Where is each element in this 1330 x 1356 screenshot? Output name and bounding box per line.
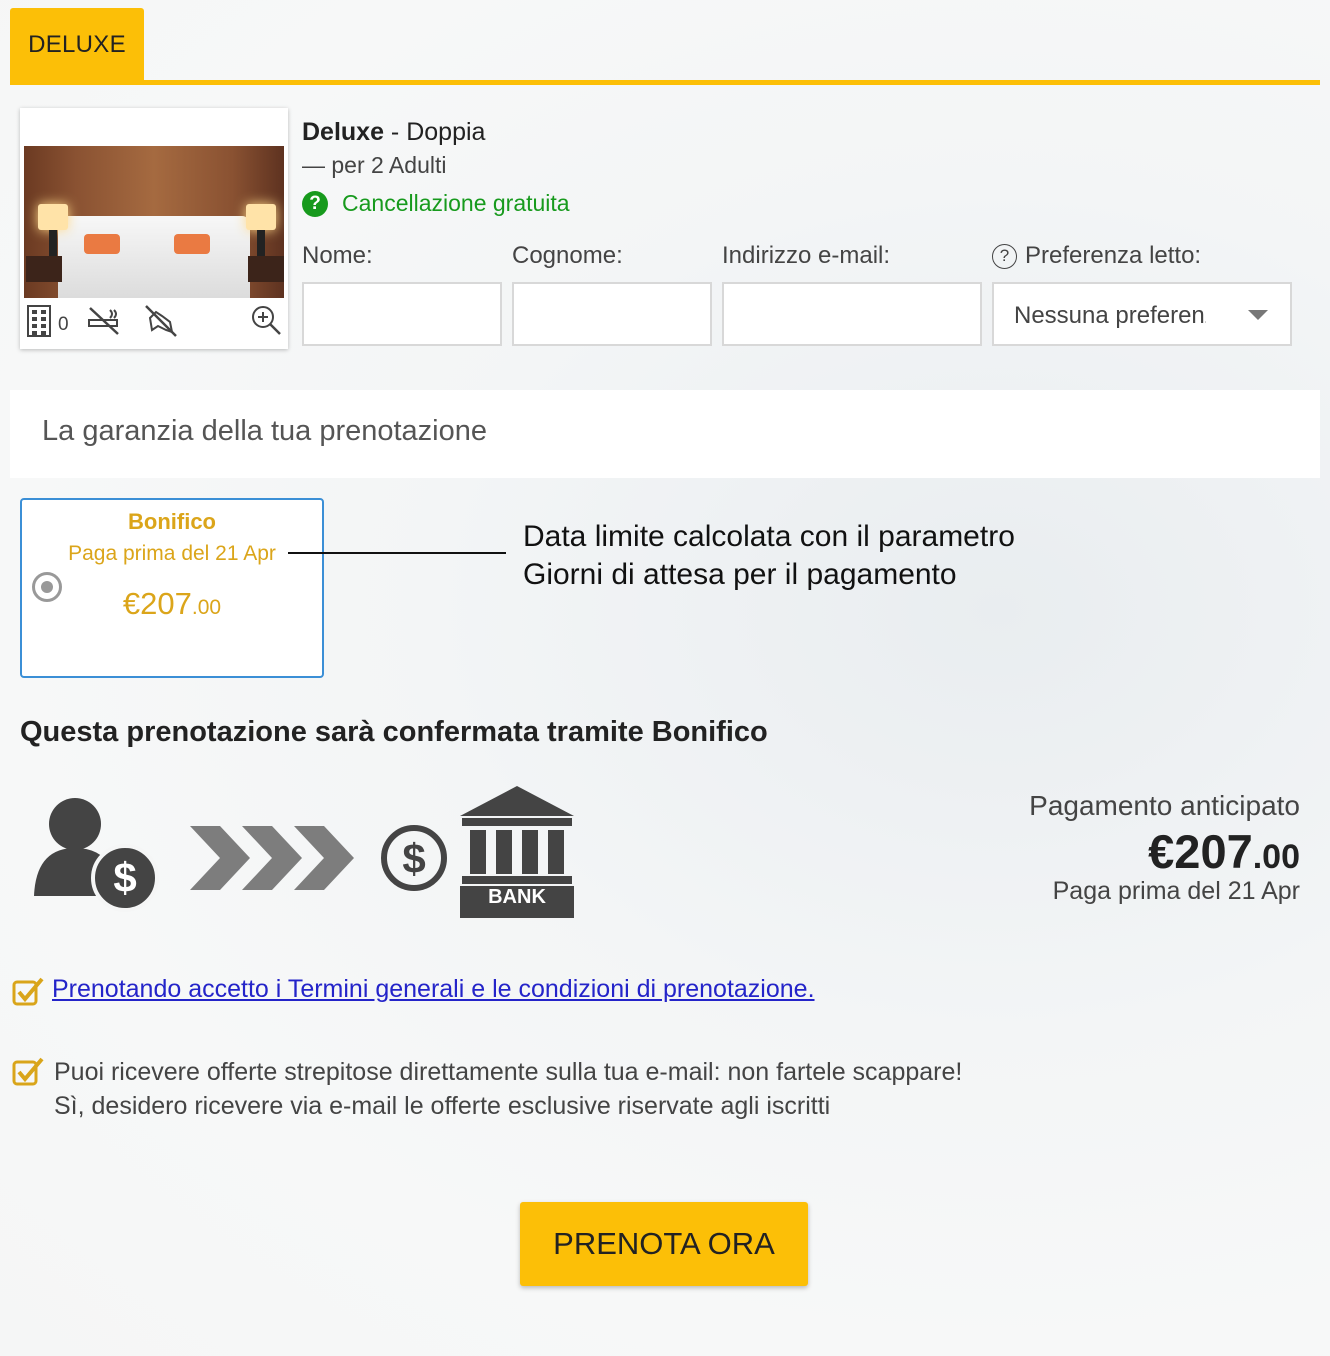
bank-transfer-diagram: $ $ BANK bbox=[30, 786, 590, 931]
annotation-text: Data limite calcolata con il parametro Gi… bbox=[523, 520, 1015, 591]
terms-link[interactable]: Prenotando accetto i Termini generali e … bbox=[52, 975, 815, 1004]
guarantee-heading: La garanzia della tua prenotazione bbox=[10, 390, 1320, 478]
question-icon[interactable]: ? bbox=[302, 190, 328, 217]
first-name-label: Nome: bbox=[302, 242, 373, 269]
building-icon bbox=[26, 304, 54, 343]
payment-price: €207.00 bbox=[122, 586, 222, 621]
no-pets-icon bbox=[142, 304, 178, 343]
first-name-input[interactable] bbox=[302, 282, 502, 346]
confirmation-text: Questa prenotazione sarà confermata tram… bbox=[20, 716, 768, 748]
bed-pref-label: Preferenza letto: bbox=[1025, 242, 1202, 269]
bank-label: BANK bbox=[488, 886, 546, 908]
room-title: Deluxe - Doppia bbox=[302, 118, 486, 146]
free-cancellation: ? Cancellazione gratuita bbox=[302, 190, 570, 217]
terms-checkbox[interactable] bbox=[12, 976, 44, 1011]
tab-deluxe[interactable]: DELUXE bbox=[10, 8, 144, 82]
person-payment-icon: $ bbox=[34, 798, 159, 912]
room-count: 0 bbox=[58, 314, 69, 335]
zoom-icon[interactable] bbox=[250, 304, 282, 341]
no-smoking-icon bbox=[86, 304, 122, 343]
payment-option-bonifico[interactable]: Bonifico Paga prima del 21 Apr €207.00 bbox=[20, 498, 324, 678]
dollar-circle-icon: $ bbox=[381, 825, 447, 891]
cancellation-label: Cancellazione gratuita bbox=[342, 190, 570, 216]
room-photo[interactable] bbox=[24, 146, 284, 298]
svg-text:$: $ bbox=[402, 835, 425, 882]
book-now-button[interactable]: PRENOTA ORA bbox=[520, 1202, 808, 1286]
bed-pref-label-row: ? Preferenza letto: bbox=[992, 242, 1201, 270]
svg-text:$: $ bbox=[113, 854, 136, 901]
prepayment-deadline: Paga prima del 21 Apr bbox=[1052, 877, 1300, 905]
room-occupancy: — per 2 Adulti bbox=[302, 152, 447, 178]
last-name-label: Cognome: bbox=[512, 242, 623, 269]
bed-pref-value: Nessuna preferenza bbox=[1014, 302, 1206, 329]
chevrons-icon bbox=[190, 826, 354, 890]
chevron-down-icon bbox=[1248, 310, 1268, 320]
offers-text: Puoi ricevere offerte strepitose diretta… bbox=[54, 1058, 963, 1120]
email-input[interactable] bbox=[722, 282, 982, 346]
payment-deadline: Paga prima del 21 Apr bbox=[68, 542, 276, 565]
email-label: Indirizzo e-mail: bbox=[722, 242, 891, 269]
room-image-card: 0 bbox=[20, 108, 288, 349]
bed-preference-select[interactable]: Nessuna preferenza bbox=[992, 282, 1292, 346]
prepayment-summary: Pagamento anticipato €207.00 Paga prima … bbox=[1029, 790, 1300, 906]
prepayment-amount: €207.00 bbox=[1148, 825, 1300, 878]
offers-checkbox[interactable] bbox=[12, 1056, 44, 1091]
help-icon[interactable]: ? bbox=[992, 243, 1017, 269]
last-name-input[interactable] bbox=[512, 282, 712, 346]
annotation-line bbox=[288, 552, 506, 554]
tab-underline bbox=[10, 80, 1320, 85]
payment-method-name: Bonifico bbox=[128, 509, 216, 534]
prepayment-label: Pagamento anticipato bbox=[1029, 790, 1300, 821]
